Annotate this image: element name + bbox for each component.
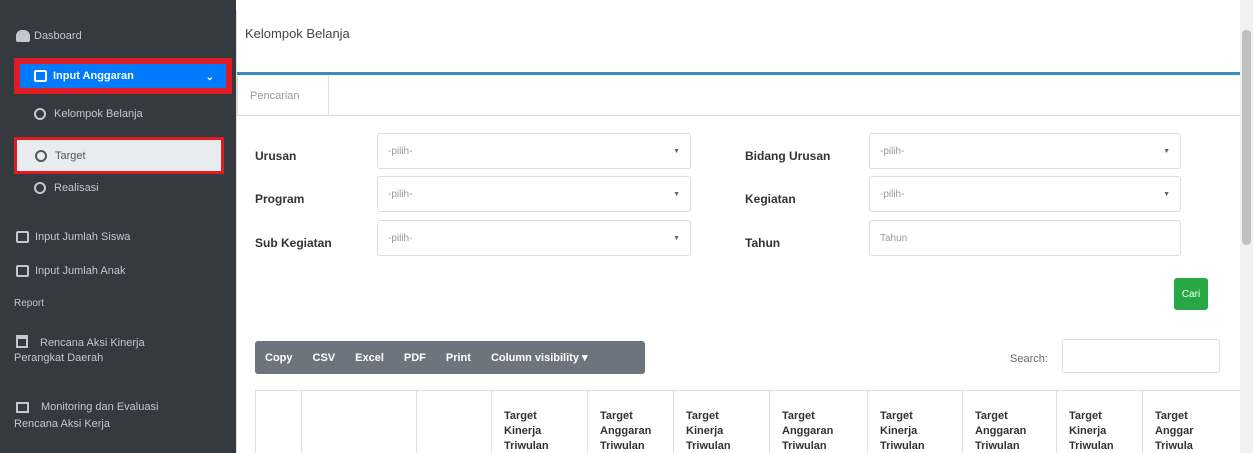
sidebar-item-monitoring[interactable]: Monitoring dan Evaluasi: [0, 401, 236, 413]
sidebar-item-input-jumlah-anak[interactable]: Input Jumlah Anak: [0, 265, 236, 277]
sidebar-item-label: Input Jumlah Anak: [35, 265, 126, 277]
table-header-cell[interactable]: Target Kinerja Triwulan: [1056, 391, 1142, 453]
calendar-icon: [16, 335, 28, 348]
table-header-cell[interactable]: Target Anggar Triwula: [1142, 391, 1241, 453]
sub-kegiatan-label: Sub Kegiatan: [255, 236, 332, 250]
table-header-cell[interactable]: Target Anggaran Triwulan: [962, 391, 1056, 453]
sidebar-item-dashboard[interactable]: Dasboard: [0, 30, 236, 42]
sidebar-item-input-anggaran[interactable]: Input Anggaran ⌄: [14, 58, 232, 94]
sidebar-item-label: Monitoring dan Evaluasi: [41, 401, 159, 413]
card-divider: [237, 72, 1241, 75]
sidebar-item-label: Rencana Aksi Kinerja: [40, 337, 145, 349]
top-bar: [236, 0, 1253, 10]
program-select[interactable]: -pilih- ▼: [377, 176, 691, 212]
edit-icon: [16, 231, 29, 243]
excel-button[interactable]: Excel: [345, 352, 394, 364]
sidebar-header-report: Report: [14, 298, 45, 309]
edit-icon: [16, 265, 29, 277]
table-header-cell[interactable]: Target Kinerja Triwulan: [491, 391, 587, 453]
urusan-select[interactable]: -pilih- ▼: [377, 133, 691, 169]
tahun-input[interactable]: Tahun: [869, 220, 1181, 256]
sidebar-item-rencana-aksi[interactable]: Rencana Aksi Kinerja: [0, 335, 236, 352]
sidebar-item-label: Realisasi: [54, 182, 99, 194]
table-header-cell[interactable]: [416, 391, 491, 453]
dropdown-arrow-icon: ▼: [673, 235, 680, 242]
circle-icon: [35, 149, 47, 162]
table-header-cell[interactable]: [301, 391, 416, 453]
bidang-urusan-select[interactable]: -pilih- ▼: [869, 133, 1181, 169]
chevron-down-icon: ⌄: [205, 72, 214, 83]
page-title: Kelompok Belanja: [245, 26, 350, 41]
column-visibility-button[interactable]: Column visibility ▾: [481, 351, 598, 364]
urusan-label: Urusan: [255, 149, 297, 163]
tab-pencarian[interactable]: Pencarian: [237, 76, 329, 116]
sidebar-item-target[interactable]: Target: [14, 137, 224, 174]
print-button[interactable]: Print: [436, 352, 481, 364]
bidang-urusan-label: Bidang Urusan: [745, 149, 831, 163]
table-header-cell[interactable]: Target Anggaran Triwulan: [769, 391, 867, 453]
export-button-group: Copy CSV Excel PDF Print Column visibili…: [255, 341, 645, 374]
sidebar-item-input-jumlah-siswa[interactable]: Input Jumlah Siswa: [0, 231, 236, 243]
table-header-cell[interactable]: Target Kinerja Triwulan: [673, 391, 769, 453]
scrollbar-thumb[interactable]: [1242, 30, 1251, 245]
search-input[interactable]: [1062, 339, 1220, 373]
sidebar-item-label: Input Jumlah Siswa: [35, 231, 131, 243]
image-icon: [16, 401, 29, 413]
tahun-label: Tahun: [745, 236, 781, 250]
main-card: Kelompok Belanja Pencarian Urusan -pilih…: [236, 10, 1241, 453]
sidebar-item-label: Dasboard: [34, 30, 82, 42]
sidebar-item-label-cont: Perangkat Daerah: [14, 352, 104, 364]
tab-divider: [329, 115, 1241, 116]
kegiatan-select[interactable]: -pilih- ▼: [869, 176, 1181, 212]
sidebar-item-label: Kelompok Belanja: [54, 108, 143, 120]
search-label: Search:: [1010, 353, 1048, 365]
dropdown-arrow-icon: ▼: [1163, 191, 1170, 198]
pdf-button[interactable]: PDF: [394, 352, 436, 364]
page-scrollbar[interactable]: [1240, 0, 1253, 453]
circle-icon: [34, 182, 46, 194]
edit-icon: [34, 70, 47, 82]
dropdown-arrow-icon: ▼: [673, 191, 680, 198]
sidebar-item-realisasi[interactable]: Realisasi: [0, 182, 236, 194]
circle-icon: [34, 108, 46, 120]
sidebar-item-kelompok-belanja[interactable]: Kelompok Belanja: [0, 108, 236, 120]
table-header-cell[interactable]: [255, 391, 301, 453]
csv-button[interactable]: CSV: [303, 352, 346, 364]
dropdown-arrow-icon: ▼: [673, 148, 680, 155]
sidebar-item-label: Target: [55, 149, 86, 162]
sidebar-item-label: Input Anggaran: [53, 70, 134, 82]
program-label: Program: [255, 192, 305, 206]
dropdown-arrow-icon: ▼: [1163, 148, 1170, 155]
dashboard-icon: [16, 30, 30, 42]
copy-button[interactable]: Copy: [255, 352, 303, 364]
sub-kegiatan-select[interactable]: -pilih- ▼: [377, 220, 691, 256]
sidebar-item-label-cont: Rencana Aksi Kerja: [14, 418, 110, 430]
table-header-cell[interactable]: Target Kinerja Triwulan: [867, 391, 962, 453]
table-header-cell[interactable]: Target Anggaran Triwulan: [587, 391, 673, 453]
data-table: Target Kinerja Triwulan Target Anggaran Triw…: [255, 390, 1241, 453]
kegiatan-label: Kegiatan: [745, 192, 796, 206]
cari-button[interactable]: Cari: [1174, 278, 1208, 310]
sidebar: Dasboard Input Anggaran ⌄ Kelompok Belan…: [0, 0, 236, 453]
